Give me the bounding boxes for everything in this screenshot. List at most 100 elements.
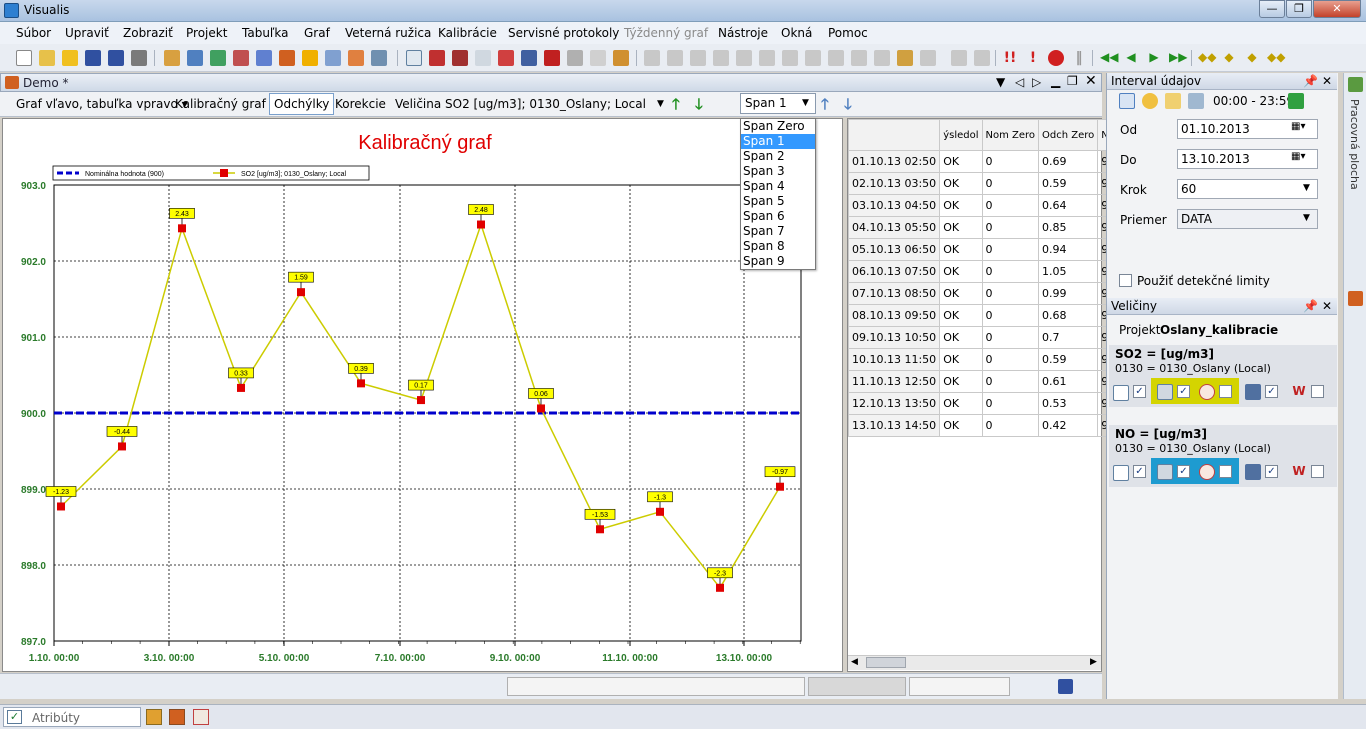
first-icon[interactable]: ◀◀ [1100, 50, 1118, 66]
workspace-side-tab[interactable]: Pracovná plocha [1343, 73, 1366, 699]
span-option[interactable]: Span Zero [741, 119, 815, 134]
menu-pomoc[interactable]: Pomoc [828, 26, 868, 40]
service-s-icon[interactable] [544, 50, 560, 66]
minimize-button[interactable]: — [1259, 0, 1285, 18]
table-icon[interactable] [406, 50, 422, 66]
span-dropdown[interactable]: Span 1 ▼ [740, 93, 816, 114]
last-icon[interactable]: ▶▶ [1169, 50, 1187, 66]
show-table-checkbox[interactable]: ✓ [1133, 465, 1146, 478]
table-header[interactable]: ýsledol [939, 119, 983, 151]
menu-tabulka[interactable]: Tabuľka [242, 26, 289, 40]
last-yellow-icon[interactable]: ◆◆ [1267, 50, 1285, 66]
tool-icon-10[interactable] [590, 50, 606, 66]
document-icon[interactable] [1348, 291, 1363, 306]
span-option[interactable]: Span 9 [741, 254, 815, 269]
first-yellow-icon[interactable]: ◆◆ [1198, 50, 1216, 66]
panel-close-icon[interactable]: ✕ [1322, 298, 1332, 314]
table-y-icon[interactable] [452, 50, 468, 66]
span-option[interactable]: Span 3 [741, 164, 815, 179]
print-icon[interactable] [131, 50, 147, 66]
span-option[interactable]: Span 7 [741, 224, 815, 239]
table-row[interactable]: 03.10.13 04:50OK00.64900 [847, 194, 1139, 217]
table-row[interactable]: 05.10.13 06:50OK00.94900 [847, 238, 1139, 261]
tool-icon-9[interactable] [348, 50, 364, 66]
corrections-button[interactable]: Korekcie [335, 97, 386, 111]
show-wind-rose-checkbox[interactable] [1219, 385, 1232, 398]
prev-icon[interactable]: ◀ [1123, 50, 1139, 66]
pin-icon[interactable]: 📌 [1303, 73, 1318, 89]
alert-icon-2[interactable]: ! [1025, 50, 1041, 66]
quantity-up-icon[interactable]: 🡑 [672, 94, 680, 119]
prev-yellow-icon[interactable]: ◆ [1221, 50, 1237, 66]
calendar-picker-icon[interactable]: ▦▾ [1291, 121, 1305, 132]
next-icon[interactable]: ▶ [1146, 50, 1162, 66]
quantity-item-no[interactable]: NO = [ug/m3] 0130 = 0130_Oslany (Local) … [1109, 425, 1337, 487]
table-horizontal-scrollbar[interactable]: ◀ ▶ [848, 655, 1101, 670]
doc-minimize-icon[interactable]: ▁ [1051, 74, 1060, 88]
table-row[interactable]: 10.10.13 11:50OK00.59900 [847, 348, 1139, 371]
to-date-field[interactable]: 13.10.2013 ▦▾ [1177, 149, 1318, 169]
menu-servisne-protokoly[interactable]: Servisné protokoly [508, 26, 619, 40]
graph-type-dropdown[interactable]: Kalibračný graf ▾ [175, 97, 276, 111]
alert-icon-1[interactable]: !! [1002, 50, 1018, 66]
next-yellow-icon[interactable]: ◆ [1244, 50, 1260, 66]
menu-subor[interactable]: Súbor [16, 26, 51, 40]
quantity-item-so2[interactable]: SO2 = [ug/m3] 0130 = 0130_Oslany (Local)… [1109, 345, 1337, 407]
stop-icon[interactable] [1048, 50, 1064, 66]
show-graph-checkbox[interactable]: ✓ [1177, 385, 1190, 398]
table-row[interactable]: 07.10.13 08:50OK00.99900 [847, 282, 1139, 305]
span-option[interactable]: Span 8 [741, 239, 815, 254]
bottom-tool-icon-1[interactable] [146, 709, 162, 725]
show-wind-rose-checkbox[interactable] [1219, 465, 1232, 478]
scroll-right-icon[interactable]: ▶ [1090, 657, 1097, 667]
layout-dropdown[interactable]: Graf vľavo, tabuľka vpravo ▾ [16, 97, 188, 111]
span-option[interactable]: Span 1 [741, 134, 815, 149]
table-row[interactable]: 06.10.13 07:50OK01.05900 [847, 260, 1139, 283]
menu-zobrazit[interactable]: Zobraziť [123, 26, 173, 40]
tool-icon-4[interactable] [233, 50, 249, 66]
from-date-field[interactable]: 01.10.2013 ▦▾ [1177, 119, 1318, 139]
scroll-left-icon[interactable]: ◀ [851, 657, 858, 667]
quantity-dropdown[interactable]: SO2 [ug/m3]; 0130_Oslany; Local ▼ [445, 97, 665, 111]
edit-icon[interactable] [613, 50, 629, 66]
tool-icon-3[interactable] [210, 50, 226, 66]
show-table-checkbox[interactable]: ✓ [1133, 385, 1146, 398]
span-option[interactable]: Span 2 [741, 149, 815, 164]
table-row[interactable]: 11.10.13 12:50OK00.61900 [847, 370, 1139, 393]
wizard-icon[interactable] [62, 50, 78, 66]
wind-rose-icon[interactable] [498, 50, 514, 66]
menu-okna[interactable]: Okná [781, 26, 812, 40]
show-weekly-checkbox[interactable] [1311, 385, 1324, 398]
detect-limits-checkbox[interactable] [1119, 274, 1132, 287]
span-down-icon[interactable]: 🡓 [844, 94, 852, 119]
open-folder-icon[interactable] [39, 50, 55, 66]
calendar-picker-icon[interactable]: ▦▾ [1291, 151, 1305, 162]
table-row[interactable]: 13.10.13 14:50OK00.42900 [847, 414, 1139, 437]
tool-icon-6[interactable] [279, 50, 295, 66]
save-icon[interactable] [1058, 679, 1073, 694]
table-row[interactable]: 09.10.13 10:50OK00.7900 [847, 326, 1139, 349]
doc-prev-icon[interactable]: ◁ [1015, 75, 1024, 89]
weekly-w-icon[interactable] [567, 50, 583, 66]
maximize-button[interactable]: ❐ [1286, 0, 1312, 18]
tool-icon-8[interactable] [325, 50, 341, 66]
zoom-icon[interactable] [371, 50, 387, 66]
refresh-icon[interactable] [1188, 93, 1204, 109]
span-option[interactable]: Span 6 [741, 209, 815, 224]
table-row[interactable]: 08.10.13 09:50OK00.68900 [847, 304, 1139, 327]
show-weekly-checkbox[interactable] [1311, 465, 1324, 478]
table-header[interactable] [847, 119, 941, 151]
table-header[interactable]: Odch Zero [1038, 119, 1099, 151]
doc-menu-icon[interactable]: ▼ [996, 75, 1005, 89]
chart-icon[interactable] [475, 50, 491, 66]
scroll-thumb[interactable] [866, 657, 906, 668]
table-row[interactable]: 04.10.13 05:50OK00.85900 [847, 216, 1139, 239]
menu-nastroje[interactable]: Nástroje [718, 26, 768, 40]
table-header[interactable]: Nom Zero [981, 119, 1040, 151]
panel-close-icon[interactable]: ✕ [1322, 73, 1332, 89]
menu-upravit[interactable]: Upraviť [65, 26, 109, 40]
menu-kalibracie[interactable]: Kalibrácie [438, 26, 497, 40]
doc-close-icon[interactable]: ✕ [1085, 73, 1097, 89]
bottom-tool-icon-2[interactable] [169, 709, 185, 725]
deviations-button[interactable]: Odchýlky [269, 93, 335, 115]
